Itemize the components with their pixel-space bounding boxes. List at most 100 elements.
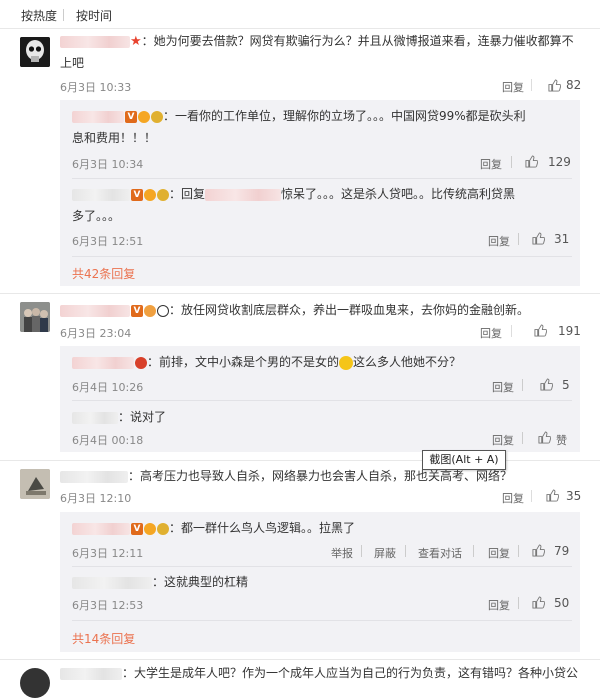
level-badge-icon xyxy=(144,188,156,201)
action-separator xyxy=(522,432,523,444)
username-redacted[interactable] xyxy=(60,304,130,317)
report-button[interactable]: 举报 xyxy=(331,545,353,561)
reply-text: ：一看你的工作单位，理解你的立场了。。。中国网贷99%都是砍头利 xyxy=(163,109,526,123)
like-count: 79 xyxy=(554,544,570,558)
reply-text-cont: 这么多人他她不分？ xyxy=(353,355,462,369)
like-icon[interactable] xyxy=(532,596,545,609)
reply-time: 6月4日 00:18 xyxy=(72,434,144,447)
comment-time: 6月3日 12:10 xyxy=(60,492,132,505)
divider xyxy=(0,293,600,294)
reply-button[interactable]: 回复 xyxy=(502,79,524,95)
action-separator xyxy=(518,597,519,609)
reply-button[interactable]: 回复 xyxy=(488,233,510,249)
avatar[interactable] xyxy=(20,302,50,332)
view-thread-button[interactable]: 查看对话 xyxy=(418,545,462,561)
more-replies-link[interactable]: 共14条回复 xyxy=(72,630,135,647)
reply-item: V ：一看你的工作单位，理解你的立场了。。。中国网贷99%都是砍头利 xyxy=(72,105,572,127)
comment-text-cont: 上吧 xyxy=(60,56,85,70)
divider xyxy=(0,659,600,660)
avatar[interactable] xyxy=(20,469,50,499)
comment-time: 6月3日 10:33 xyxy=(60,81,132,94)
comment-time: 6月3日 23:04 xyxy=(60,327,132,340)
username-redacted[interactable] xyxy=(60,35,130,48)
fan-badge-icon xyxy=(151,110,163,123)
like-count: 82 xyxy=(566,78,582,92)
avatar[interactable] xyxy=(20,37,50,67)
reply-item: ：说对了 xyxy=(72,406,572,428)
action-separator xyxy=(361,545,362,557)
divider xyxy=(72,400,572,401)
flower-badge-icon xyxy=(144,304,156,317)
like-icon[interactable] xyxy=(534,324,547,337)
star-badge-icon: ★ xyxy=(130,34,142,49)
avatar[interactable] xyxy=(20,668,50,698)
reply-item: ：前排，文中小森是个男的不是女的 这么多人他她不分？ xyxy=(72,351,572,373)
like-icon[interactable] xyxy=(546,489,559,502)
like-count: 35 xyxy=(566,489,582,503)
block-button[interactable]: 屏蔽 xyxy=(374,545,396,561)
username-redacted[interactable] xyxy=(72,522,130,535)
skull-avatar-icon xyxy=(20,37,50,67)
reply-button[interactable]: 回复 xyxy=(480,156,502,172)
like-icon[interactable] xyxy=(548,79,561,92)
reply-time: 6月3日 10:34 xyxy=(72,158,144,171)
comment-text: ：放任网贷收割底层群众，养出一群吸血鬼来，去你妈的金融创新。 xyxy=(169,303,530,317)
like-icon[interactable] xyxy=(540,378,553,391)
reply-item: V ：都一群什么鸟人鸟逻辑。。拉黑了 xyxy=(72,517,572,539)
reply-item: ：这就典型的杠精 xyxy=(72,571,572,593)
username-redacted[interactable] xyxy=(72,411,118,424)
reply-time: 6月3日 12:11 xyxy=(72,547,144,560)
reply-text: ：这就典型的杠精 xyxy=(152,575,249,589)
verified-v-icon: V xyxy=(131,188,143,201)
tab-sort-hot[interactable]: 按热度 xyxy=(21,7,57,24)
panda-badge-icon xyxy=(157,304,169,317)
reply-time: 6月4日 10:26 xyxy=(72,381,144,394)
like-label[interactable]: 赞 xyxy=(556,432,567,448)
action-separator xyxy=(511,325,512,337)
tab-sort-time[interactable]: 按时间 xyxy=(76,7,112,24)
action-separator xyxy=(522,379,523,391)
mention-redacted[interactable] xyxy=(205,188,282,201)
verified-v-icon: V xyxy=(131,304,143,317)
reply-text: ：前排，文中小森是个男的不是女的 xyxy=(147,355,340,369)
action-separator xyxy=(531,490,532,502)
sort-tabs: 按热度 按时间 xyxy=(0,0,600,28)
screenshot-tooltip: 截图(Alt + A) xyxy=(422,450,506,470)
reply-button[interactable]: 回复 xyxy=(488,545,510,561)
verified-v-icon: V xyxy=(131,522,143,535)
like-icon[interactable] xyxy=(525,155,538,168)
reply-time: 6月3日 12:51 xyxy=(72,235,144,248)
like-icon[interactable] xyxy=(538,431,551,444)
username-redacted[interactable] xyxy=(60,667,122,680)
comment-text: ：高考压力也导致人自杀，网络暴力也会害人自杀，那也关高考、网络？ xyxy=(128,469,513,483)
reply-button[interactable]: 回复 xyxy=(488,597,510,613)
action-separator xyxy=(531,79,532,91)
group-photo-avatar-icon xyxy=(20,302,50,332)
comment-text: ：她为何要去借款？网贷有欺骗行为么？并且从微博报道来看，连暴力催收都算不 xyxy=(141,34,574,48)
username-redacted[interactable] xyxy=(72,356,134,369)
username-redacted[interactable] xyxy=(72,188,130,201)
reply-button[interactable]: 回复 xyxy=(492,432,514,448)
reply-button[interactable]: 回复 xyxy=(480,325,502,341)
reply-button[interactable]: 回复 xyxy=(502,490,524,506)
divider xyxy=(72,178,572,179)
more-replies-link[interactable]: 共42条回复 xyxy=(72,265,135,282)
emoji-icon xyxy=(339,355,354,370)
username-redacted[interactable] xyxy=(72,110,124,123)
like-icon[interactable] xyxy=(532,232,545,245)
divider xyxy=(0,28,600,29)
comment-text: ：大学生是成年人吧？作为一个成年人应当为自己的行为负责，这有错吗？各种小贷公 xyxy=(122,666,579,680)
reply-text: ：都一群什么鸟人鸟逻辑。。拉黑了 xyxy=(169,521,356,535)
level-badge-icon xyxy=(144,522,156,535)
username-redacted[interactable] xyxy=(72,576,152,589)
like-count: 191 xyxy=(558,324,581,338)
divider xyxy=(0,460,600,461)
username-redacted[interactable] xyxy=(60,470,128,483)
divider xyxy=(72,256,572,257)
divider xyxy=(72,566,572,567)
reply-button[interactable]: 回复 xyxy=(492,379,514,395)
reply-text-cont: 息和费用！！！ xyxy=(72,131,157,145)
like-icon[interactable] xyxy=(532,544,545,557)
reply-text: 惊呆了。。。这是杀人贷吧。。比传统高利贷黑 xyxy=(281,187,516,201)
action-separator xyxy=(518,545,519,557)
